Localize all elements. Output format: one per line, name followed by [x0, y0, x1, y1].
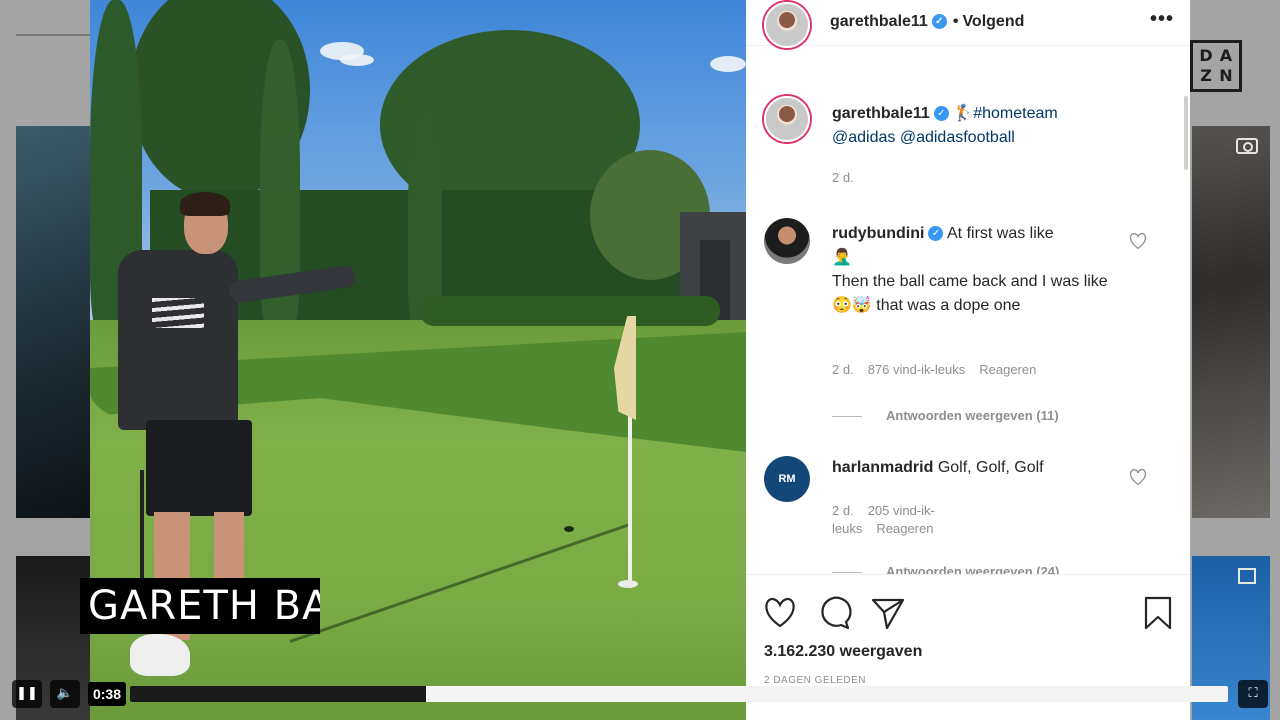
logo-letter: N [1219, 66, 1233, 85]
username-link[interactable]: garethbale11 [830, 13, 928, 30]
player-torso [118, 250, 238, 430]
current-time: 0:38 [88, 682, 126, 706]
avatar[interactable]: RM [764, 456, 810, 502]
background-thumbnail[interactable] [1192, 126, 1270, 518]
comments-list: garethbale11 ✓ 🏌️#hometeam @adidas @adida… [746, 66, 1190, 574]
time-label: 2 d. [832, 503, 854, 518]
avatar[interactable] [764, 218, 810, 264]
flag-pin [628, 392, 632, 588]
name-banner: GARETH BA [80, 578, 320, 634]
like-comment-icon[interactable] [1128, 468, 1148, 486]
comment: rudybundini ✓ At first was like 🤦‍♂️ Then… [746, 218, 1190, 428]
caption-time: 2 d. [832, 170, 868, 185]
player-shoe [130, 634, 190, 676]
seek-bar[interactable] [130, 686, 1228, 702]
username-link[interactable]: garethbale11 [832, 105, 930, 122]
like-comment-icon[interactable] [1128, 232, 1148, 250]
comment-text: harlanmadrid Golf, Golf, Golf [832, 456, 1132, 480]
post-header: garethbale11 ✓ • Volgend ••• [746, 0, 1190, 48]
reply-button[interactable]: Reageren [979, 362, 1036, 377]
jacket-stripes [152, 298, 204, 328]
shrubs [420, 296, 720, 326]
comment-icon[interactable] [816, 595, 852, 631]
fullscreen-button[interactable]: ⛶ [1238, 680, 1268, 708]
logo-letter: Z [1200, 66, 1212, 85]
avatar[interactable] [764, 2, 810, 48]
seek-progress [130, 686, 427, 702]
carousel-icon [1238, 568, 1256, 584]
pause-button[interactable]: ❚❚ [12, 680, 42, 708]
cup [618, 580, 638, 588]
player-leg [214, 512, 244, 582]
player-shorts [146, 420, 252, 516]
separator-dot: • [952, 13, 959, 30]
screen: D A Z N GARETH BA garethbale11 ✓ • Volge… [0, 0, 1280, 720]
player-hair [180, 192, 230, 216]
logo-letter: A [1219, 46, 1233, 65]
volume-button[interactable]: 🔈 [50, 680, 80, 708]
verified-icon: ✓ [933, 106, 949, 122]
more-options-icon[interactable]: ••• [1150, 8, 1174, 31]
time-label: 2 d. [832, 170, 854, 185]
following-button[interactable]: Volgend [962, 13, 1024, 30]
background-divider [16, 34, 90, 36]
share-icon[interactable] [870, 595, 906, 631]
hashtag-link[interactable]: #hometeam [973, 105, 1058, 122]
caption-text: garethbale11 ✓ 🏌️#hometeam @adidas @adida… [832, 102, 1132, 150]
view-replies-button[interactable]: Antwoorden weergeven (11) [832, 408, 1059, 423]
header-user: garethbale11 ✓ • Volgend [830, 13, 1024, 31]
comment-line: 🤦‍♂️ [832, 249, 852, 266]
video-controls: ❚❚ 🔈 0:38 ⛶ [0, 676, 1280, 712]
video-camera-icon [1236, 138, 1258, 154]
mentions-link[interactable]: @adidas @adidasfootball [832, 129, 1015, 146]
logo-letter: D [1199, 46, 1213, 65]
golf-hole [564, 526, 574, 532]
comment: RM harlanmadrid Golf, Golf, Golf 2 d. 205… [746, 456, 1190, 574]
caption: garethbale11 ✓ 🏌️#hometeam @adidas @adida… [746, 96, 1190, 196]
heart-icon[interactable] [762, 595, 798, 631]
time-label: 2 d. [832, 362, 854, 377]
verified-icon: ✓ [928, 226, 944, 242]
comment-meta: 2 d. 205 vind-ik-leuks Reageren [832, 502, 1042, 538]
avatar[interactable] [764, 96, 810, 142]
verified-icon: ✓ [931, 14, 947, 30]
dazn-logo: D A Z N [1190, 40, 1242, 92]
comment-line: Then the ball came back and I was like 😳… [832, 273, 1108, 314]
comment-text: rudybundini ✓ At first was like 🤦‍♂️ Then… [832, 222, 1132, 318]
bookmark-icon[interactable] [1140, 595, 1176, 631]
view-count[interactable]: 3.162.230 weergaven [764, 643, 922, 661]
cloud [710, 56, 746, 72]
comment-meta: 2 d. 876 vind-ik-leuks Reageren [832, 362, 1050, 377]
post-sidebar: garethbale11 ✓ • Volgend ••• garethbale11 ✓ … [746, 0, 1190, 720]
comment-line: Golf, Golf, Golf [937, 459, 1044, 476]
likes-count[interactable]: 876 vind-ik-leuks [868, 362, 966, 377]
view-replies-button[interactable]: Antwoorden weergeven (24) [832, 564, 1059, 574]
username-link[interactable]: rudybundini [832, 225, 924, 242]
golfer-emoji: 🏌️ [953, 105, 974, 122]
comment-line: At first was like [947, 225, 1054, 242]
reply-button[interactable]: Reageren [876, 521, 933, 536]
username-link[interactable]: harlanmadrid [832, 459, 933, 476]
cloud [340, 54, 374, 66]
background-thumbnail[interactable] [16, 126, 90, 518]
